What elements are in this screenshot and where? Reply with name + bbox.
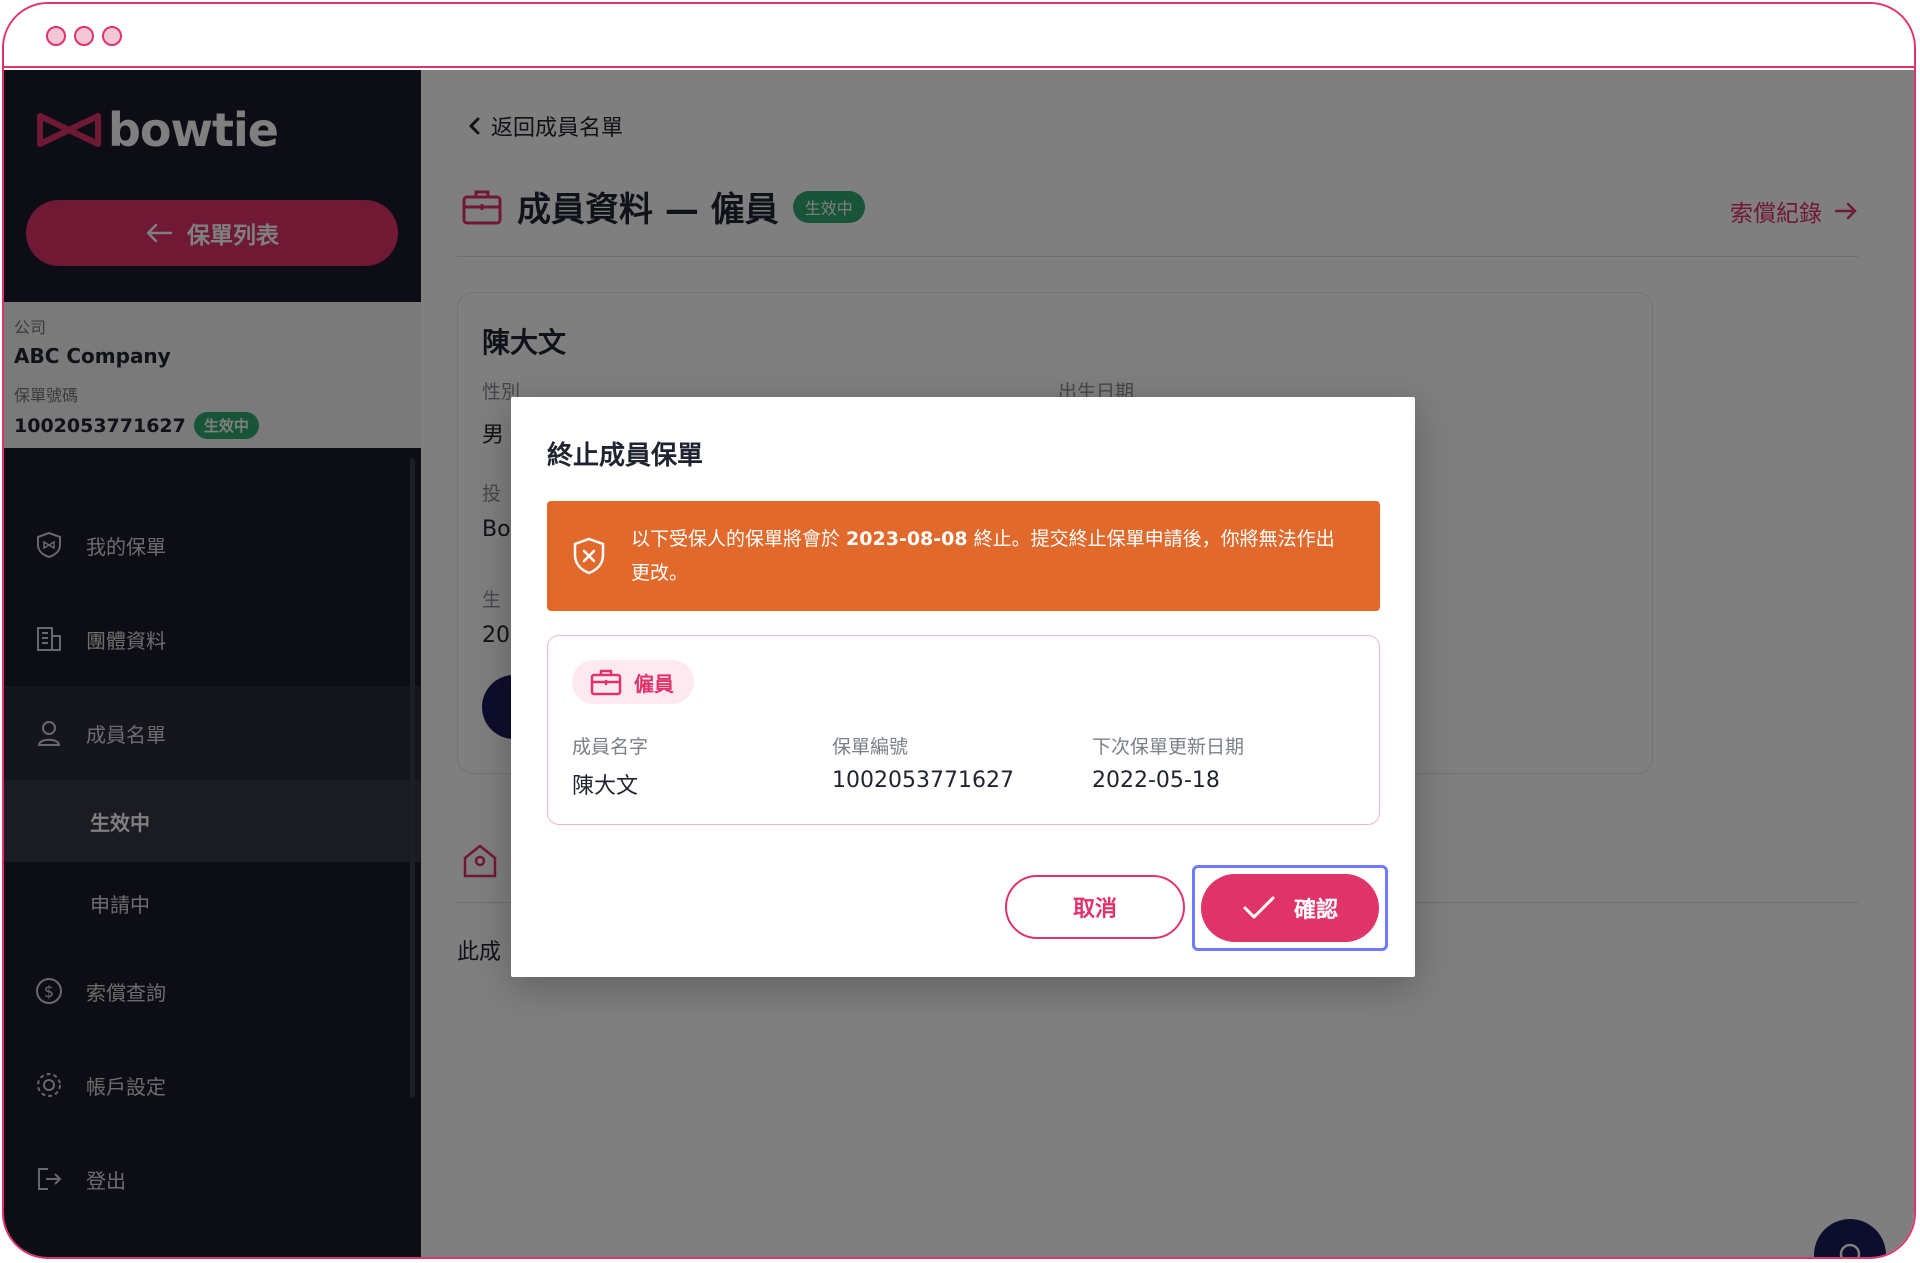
window-maximize-button[interactable] [102, 26, 122, 46]
confirm-button[interactable]: 確認 [1201, 874, 1379, 942]
policy-number-value: 1002053771627 [832, 768, 1014, 793]
renewal-date-label: 下次保單更新日期 [1092, 736, 1245, 758]
policy-number-label: 保單編號 [832, 736, 909, 758]
warning-text: 以下受保人的保單將會於 2023-08-08 終止。提交終止保單申請後，你將無法… [631, 528, 1335, 584]
member-summary-card: 僱員 成員名字 保單編號 下次保單更新日期 陳大文 1002053771627 … [547, 635, 1380, 825]
role-chip-label: 僱員 [634, 671, 674, 696]
globe-icon [34, 1258, 64, 1259]
terminate-policy-dialog: 終止成員保單 以下受保人的保單將會於 2023-08-08 終止。提交終止保單申… [511, 397, 1415, 977]
window-close-button[interactable] [46, 26, 66, 46]
confirm-button-focus-ring: 確認 [1192, 865, 1388, 951]
warning-banner: 以下受保人的保單將會於 2023-08-08 終止。提交終止保單申請後，你將無法… [547, 501, 1380, 611]
dialog-title: 終止成員保單 [547, 441, 704, 471]
briefcase-icon [590, 669, 622, 696]
confirm-button-label: 確認 [1293, 898, 1338, 923]
shield-x-icon [573, 537, 605, 575]
check-icon [1243, 896, 1275, 919]
window-minimize-button[interactable] [74, 26, 94, 46]
app-window: bowtie 保單列表 公司 ABC Company 保單號碼 10020537… [2, 2, 1916, 1259]
role-chip: 僱員 [572, 660, 694, 704]
member-name-label: 成員名字 [572, 736, 649, 758]
termination-date: 2023-08-08 [846, 528, 968, 550]
member-name-value: 陳大文 [572, 774, 639, 799]
window-titlebar [4, 4, 1914, 68]
renewal-date-value: 2022-05-18 [1092, 768, 1220, 793]
cancel-button[interactable]: 取消 [1005, 875, 1185, 939]
